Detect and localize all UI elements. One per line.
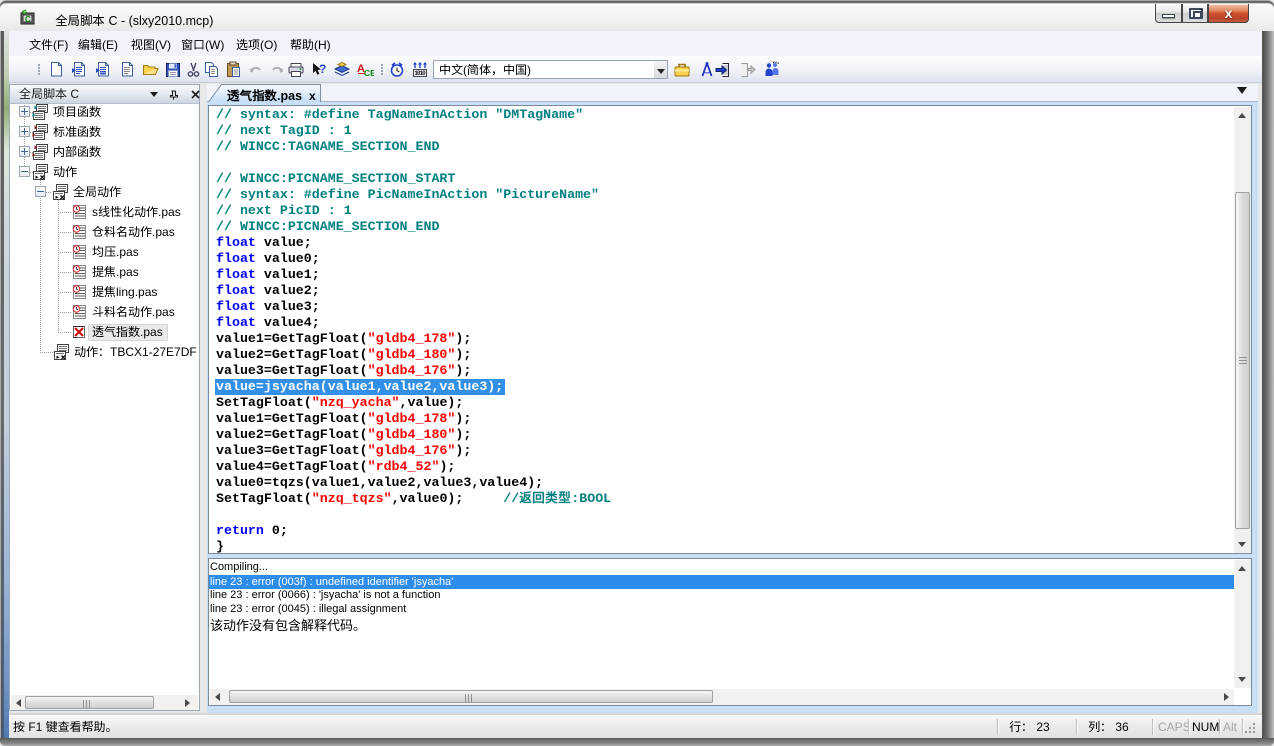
svg-text:1010: 1010 bbox=[414, 70, 426, 77]
svg-text:?: ? bbox=[319, 62, 326, 76]
svg-text:CB: CB bbox=[364, 68, 374, 78]
svg-text:C: C bbox=[25, 15, 31, 24]
